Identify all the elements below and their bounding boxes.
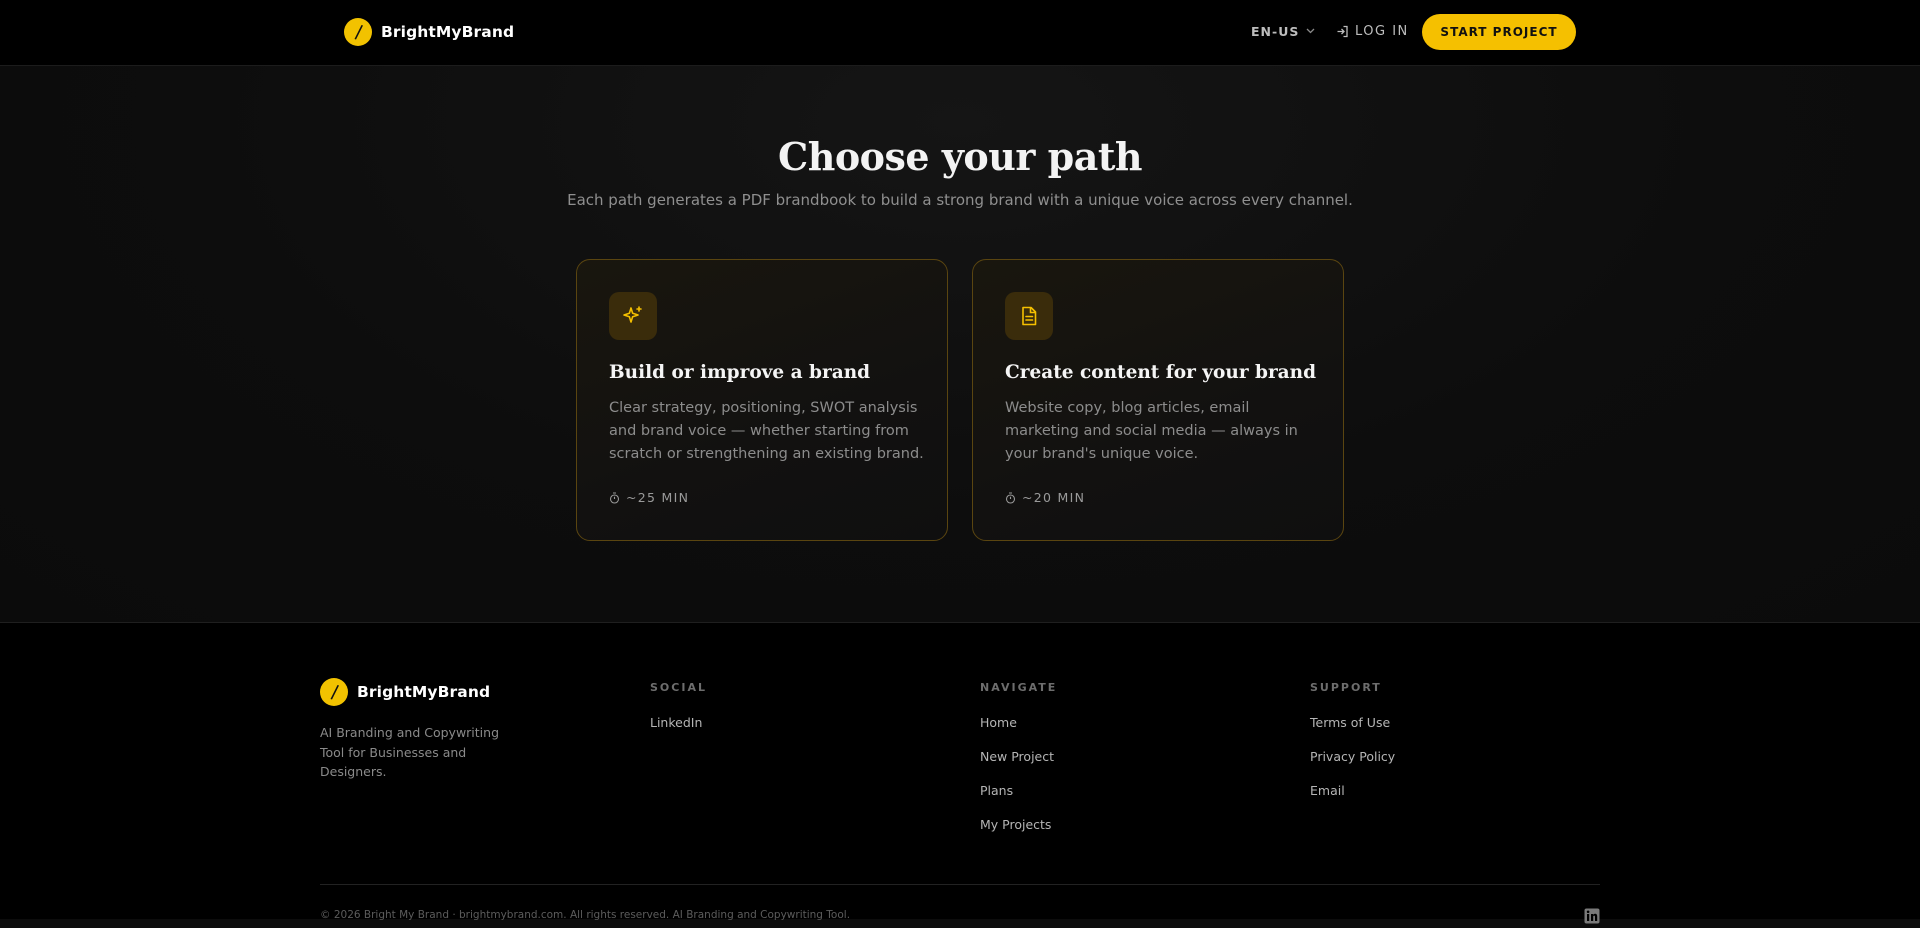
feather-logo-icon: [320, 678, 348, 706]
document-icon: [1005, 292, 1053, 340]
footer-link-privacy[interactable]: Privacy Policy: [1310, 749, 1395, 764]
footer-brand-name: BrightMyBrand: [357, 683, 491, 701]
footer-link-email[interactable]: Email: [1310, 783, 1345, 798]
timer-icon: [1005, 491, 1016, 504]
footer-link-new-project[interactable]: New Project: [980, 749, 1054, 764]
brand-logo[interactable]: BrightMyBrand: [344, 18, 514, 46]
card-description: Website copy, blog articles, email marke…: [1005, 400, 1298, 462]
footer-navigate-heading: NAVIGATE: [980, 681, 1058, 694]
card-description: Clear strategy, positioning, SWOT analys…: [609, 400, 924, 462]
card-duration: ~20 MIN: [1005, 490, 1085, 505]
footer-social-heading: SOCIAL: [650, 681, 707, 694]
footer: BrightMyBrand AI Branding and Copywritin…: [0, 622, 1920, 924]
brand-name: BrightMyBrand: [381, 23, 515, 41]
login-link[interactable]: LOG IN: [1336, 24, 1409, 39]
start-project-button[interactable]: START PROJECT: [1422, 14, 1576, 50]
sparkles-icon: [609, 292, 657, 340]
login-icon: [1337, 25, 1348, 38]
footer-link-terms[interactable]: Terms of Use: [1310, 715, 1390, 730]
feather-logo-icon: [344, 18, 372, 46]
footer-link-home[interactable]: Home: [980, 715, 1017, 730]
language-selector[interactable]: EN-US: [1251, 24, 1315, 39]
card-duration: ~25 MIN: [609, 490, 689, 505]
chevron-down-icon: [1306, 26, 1315, 37]
card-duration-label: ~25 MIN: [626, 490, 690, 505]
footer-support-heading: SUPPORT: [1310, 681, 1382, 694]
footer-brand-logo[interactable]: BrightMyBrand: [320, 678, 490, 706]
login-label: LOG IN: [1355, 24, 1409, 39]
footer-link-my-projects[interactable]: My Projects: [980, 817, 1051, 832]
footer-link-linkedin[interactable]: LinkedIn: [650, 715, 702, 730]
copyright-text: © 2026 Bright My Brand · brightmybrand.c…: [320, 909, 851, 921]
create-content-path-card[interactable]: Create content for your brand Website co…: [972, 259, 1344, 541]
card-duration-label: ~20 MIN: [1022, 490, 1086, 505]
card-title: Build or improve a brand: [609, 362, 871, 383]
top-navigation-bar: BrightMyBrand EN-US LOG IN START PROJECT: [0, 0, 1920, 66]
timer-icon: [609, 491, 620, 504]
page-title: Choose your path: [777, 134, 1143, 179]
footer-tagline: AI Branding and Copywriting Tool for Bus…: [320, 725, 500, 779]
linkedin-icon[interactable]: [1584, 908, 1600, 928]
language-label: EN-US: [1251, 24, 1300, 39]
build-brand-path-card[interactable]: Build or improve a brand Clear strategy,…: [576, 259, 948, 541]
footer-link-plans[interactable]: Plans: [980, 783, 1013, 798]
card-title: Create content for your brand: [1005, 362, 1317, 383]
page-subtitle: Each path generates a PDF brandbook to b…: [567, 191, 1353, 209]
footer-divider: [320, 884, 1600, 885]
